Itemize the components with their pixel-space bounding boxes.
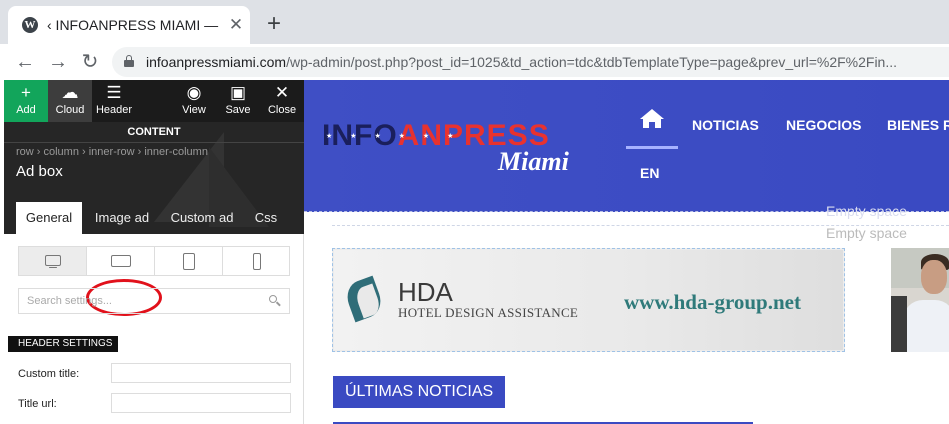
title-url-label: Title url: xyxy=(18,398,57,410)
tab-title: ‹ INFOANPRESS MIAMI — xyxy=(47,17,219,33)
home-icon[interactable] xyxy=(626,106,678,144)
ad-brand-subtitle: HOTEL DESIGN ASSISTANCE xyxy=(398,305,579,320)
section-label: CONTENT xyxy=(127,126,181,138)
builder-sidebar: + Add ☁ Cloud ☰ Header ◉ View ▣ Save ✕ C… xyxy=(4,80,304,424)
breadcrumb[interactable]: row › column › inner-row › inner-column xyxy=(16,146,208,159)
site-header: INFOANPRESS ★ ★ ★ ★ ★ ★ Miami NOTICIAS N… xyxy=(304,80,949,212)
address-bar[interactable]: infoanpressmiami.com/wp-admin/post.php?p… xyxy=(112,47,949,77)
custom-title-input[interactable] xyxy=(111,363,291,383)
ad-brand-name: HDA xyxy=(398,277,453,307)
active-nav-indicator xyxy=(626,146,678,149)
add-button[interactable]: + Add xyxy=(4,80,48,122)
header-button[interactable]: ☰ Header xyxy=(92,80,136,122)
header-settings-label: HEADER SETTINGS xyxy=(8,336,118,352)
site-preview: INFOANPRESS ★ ★ ★ ★ ★ ★ Miami NOTICIAS N… xyxy=(304,80,949,424)
url-text[interactable]: infoanpressmiami.com/wp-admin/post.php?p… xyxy=(146,54,897,71)
logo-stars: ★ ★ ★ ★ ★ ★ xyxy=(326,133,462,140)
device-selector xyxy=(18,246,290,276)
url-host: infoanpressmiami.com xyxy=(146,54,287,70)
custom-title-label: Custom title: xyxy=(18,368,80,380)
content-region-outline xyxy=(332,225,949,226)
header-icon: ☰ xyxy=(106,83,122,102)
settings-search-input[interactable]: Search settings... xyxy=(18,288,290,314)
ad-website: www.hda-group.net xyxy=(624,290,801,314)
cloud-icon: ☁ xyxy=(61,83,79,102)
article-photo[interactable] xyxy=(891,248,949,352)
search-icon xyxy=(269,295,281,307)
url-path: /wp-admin/post.php?post_id=1025&td_actio… xyxy=(286,54,898,70)
nav-item-negocios[interactable]: NEGOCIOS xyxy=(786,117,861,133)
empty-space-placeholder[interactable]: Empty space xyxy=(826,203,907,219)
tablet-landscape-icon[interactable] xyxy=(87,247,155,275)
tab-image-ad[interactable]: Image ad xyxy=(84,202,160,234)
tab-general[interactable]: General xyxy=(16,202,82,234)
desktop-icon[interactable] xyxy=(19,247,87,275)
eye-icon: ◉ xyxy=(186,83,202,102)
browser-tab[interactable]: W ‹ INFOANPRESS MIAMI — ✕ xyxy=(8,6,250,44)
cloud-button[interactable]: ☁ Cloud xyxy=(48,80,92,122)
site-logo[interactable]: INFOANPRESS ★ ★ ★ ★ ★ ★ Miami xyxy=(322,120,582,180)
logo-subtitle: Miami xyxy=(498,147,569,176)
nav-item-bienes-raices[interactable]: BIENES R xyxy=(887,117,949,133)
divider xyxy=(4,142,304,143)
cloud-label: Cloud xyxy=(55,104,85,116)
tablet-portrait-icon[interactable] xyxy=(155,247,223,275)
search-placeholder: Search settings... xyxy=(27,295,112,307)
tab-css[interactable]: Css xyxy=(248,202,284,234)
phone-icon[interactable] xyxy=(223,247,291,275)
lock-icon[interactable] xyxy=(124,55,134,67)
save-button[interactable]: ▣ Save xyxy=(216,80,260,122)
ad-banner-image: HDA HOTEL DESIGN ASSISTANCE www.hda-grou… xyxy=(334,250,843,350)
wordpress-favicon-icon: W xyxy=(22,17,38,33)
view-button[interactable]: ◉ View xyxy=(172,80,216,122)
back-button[interactable]: ← xyxy=(12,49,38,75)
element-title: Ad box xyxy=(16,163,63,180)
section-title: ÚLTIMAS NOTICIAS xyxy=(333,376,506,408)
hda-logo-icon xyxy=(342,275,386,323)
browser-tab-strip: W ‹ INFOANPRESS MIAMI — ✕ + xyxy=(0,0,949,44)
new-tab-button[interactable]: + xyxy=(262,12,286,36)
reload-button[interactable]: ↻ xyxy=(77,49,103,75)
title-url-input[interactable] xyxy=(111,393,291,413)
close-icon: ✕ xyxy=(274,83,290,102)
close-label: Close xyxy=(267,104,297,116)
builder-toolbar: + Add ☁ Cloud ☰ Header ◉ View ▣ Save ✕ C… xyxy=(4,80,304,122)
view-label: View xyxy=(182,104,206,116)
forward-button[interactable]: → xyxy=(45,49,71,75)
empty-space-placeholder[interactable]: Empty space xyxy=(826,225,907,241)
floppy-disk-icon: ▣ xyxy=(229,83,247,102)
save-label: Save xyxy=(225,104,251,116)
tab-custom-ad[interactable]: Custom ad xyxy=(164,202,240,234)
browser-toolbar: ← → ↻ infoanpressmiami.com/wp-admin/post… xyxy=(0,44,949,80)
close-tab-icon[interactable]: ✕ xyxy=(227,16,245,34)
header-label: Header xyxy=(95,104,133,116)
add-label: Add xyxy=(16,104,36,116)
plus-icon: + xyxy=(21,83,31,102)
ad-box[interactable]: HDA HOTEL DESIGN ASSISTANCE www.hda-grou… xyxy=(332,248,845,352)
element-panel-header: CONTENT row › column › inner-row › inner… xyxy=(4,122,304,234)
language-switcher[interactable]: EN xyxy=(640,165,659,181)
nav-item-noticias[interactable]: NOTICIAS xyxy=(692,117,759,133)
close-button[interactable]: ✕ Close xyxy=(260,80,304,122)
